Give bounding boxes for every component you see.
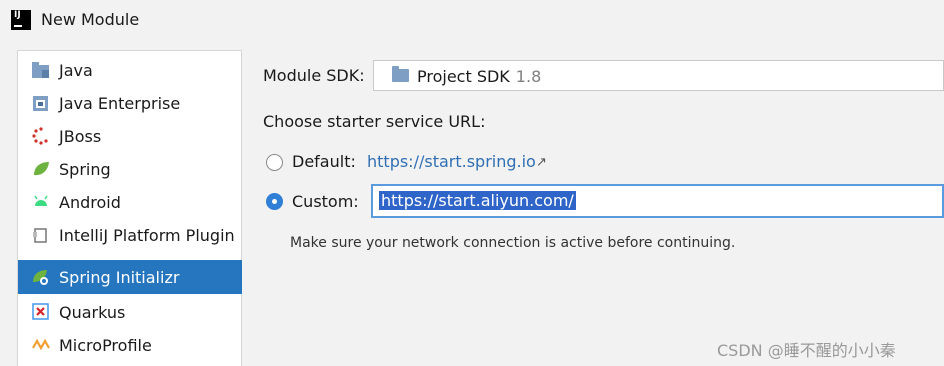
connection-hint: Make sure your network connection is act… bbox=[290, 235, 736, 251]
module-type-quarkus[interactable]: Quarkus bbox=[18, 295, 242, 329]
module-type-java[interactable]: Java bbox=[18, 53, 242, 87]
module-type-microprofile[interactable]: MicroProfile bbox=[18, 328, 242, 362]
module-type-label: Android bbox=[59, 192, 121, 212]
java-enterprise-icon bbox=[32, 94, 50, 112]
jboss-icon bbox=[32, 127, 50, 145]
sdk-folder-icon bbox=[392, 66, 409, 82]
title-bar: IJ New Module bbox=[0, 0, 944, 42]
sdk-value: Project SDK bbox=[417, 67, 510, 86]
sdk-version: 1.8 bbox=[515, 67, 542, 86]
module-type-jboss[interactable]: JBoss bbox=[18, 119, 242, 153]
spring-initializr-icon bbox=[32, 268, 50, 286]
spring-leaf-icon bbox=[32, 160, 50, 178]
module-type-label: Quarkus bbox=[59, 302, 126, 322]
custom-url-radio[interactable] bbox=[266, 193, 283, 210]
module-type-spring-initializr[interactable]: Spring Initializr bbox=[18, 260, 242, 294]
custom-url-input[interactable]: https://start.aliyun.com/ bbox=[371, 184, 944, 218]
android-icon bbox=[32, 193, 50, 211]
module-type-label: JBoss bbox=[59, 126, 102, 146]
module-type-spring[interactable]: Spring bbox=[18, 152, 242, 186]
module-sdk-label: Module SDK: bbox=[263, 66, 365, 85]
module-type-label: MicroProfile bbox=[59, 335, 152, 355]
starter-url-heading: Choose starter service URL: bbox=[263, 112, 486, 131]
default-url-radio[interactable] bbox=[266, 154, 283, 171]
custom-url-value: https://start.aliyun.com/ bbox=[379, 191, 576, 210]
module-type-label: Spring bbox=[59, 159, 111, 179]
default-url-link[interactable]: https://start.spring.io bbox=[367, 152, 536, 171]
module-type-java-enterprise[interactable]: Java Enterprise bbox=[18, 86, 242, 120]
module-type-label: Java bbox=[59, 60, 93, 80]
custom-label: Custom: bbox=[292, 192, 359, 211]
module-type-android[interactable]: Android bbox=[18, 185, 242, 219]
folder-icon bbox=[32, 61, 50, 79]
module-type-label: Spring Initializr bbox=[59, 267, 180, 287]
watermark: CSDN @睡不醒的小小秦 bbox=[717, 341, 896, 360]
plugin-icon bbox=[32, 226, 50, 244]
module-sdk-select[interactable]: Project SDK 1.8 bbox=[373, 60, 944, 91]
external-link-icon: ↗ bbox=[536, 155, 547, 170]
default-label: Default: bbox=[292, 152, 356, 171]
module-type-label: IntelliJ Platform Plugin bbox=[59, 225, 235, 245]
module-type-label: Java Enterprise bbox=[59, 93, 181, 113]
microprofile-icon bbox=[32, 336, 50, 354]
window-title: New Module bbox=[41, 10, 140, 29]
quarkus-icon bbox=[32, 303, 50, 321]
module-type-list[interactable]: Java Java Enterprise JBoss Spring Androi… bbox=[17, 50, 242, 366]
module-type-intellij-plugin[interactable]: IntelliJ Platform Plugin bbox=[18, 218, 242, 252]
intellij-logo-icon: IJ bbox=[11, 10, 31, 30]
